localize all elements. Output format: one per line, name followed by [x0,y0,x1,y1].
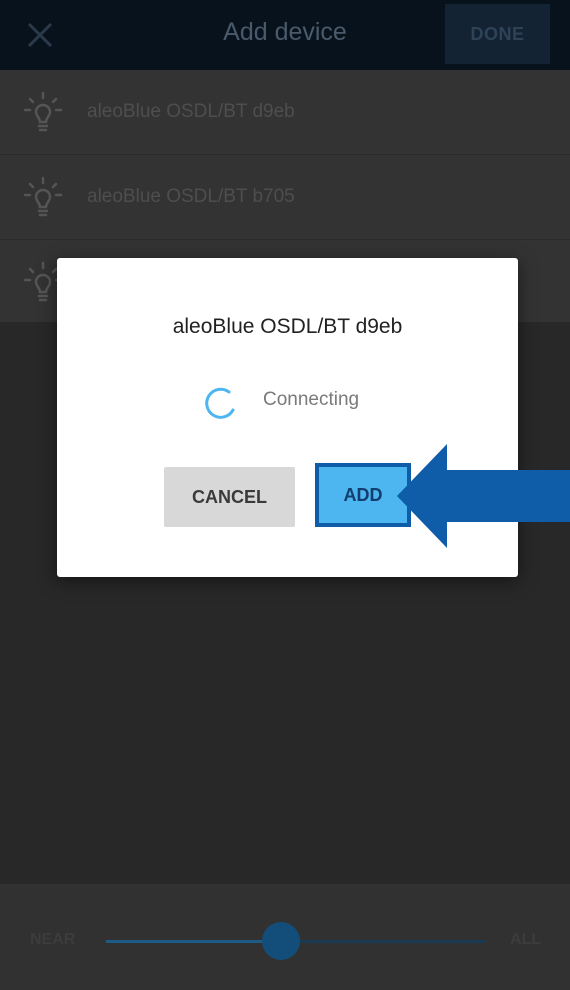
slider-fill [106,940,281,943]
dialog-title: aleoBlue OSDL/BT d9eb [172,315,403,338]
list-item[interactable]: aleoBlue OSDL/BT b705 [0,155,570,239]
slider-thumb[interactable] [261,922,300,960]
loading-spinner-icon [203,386,237,420]
cancel-button[interactable]: CANCEL [164,467,295,527]
slider-max-label: ALL [510,931,542,948]
done-button[interactable]: DONE [445,4,550,64]
device-name: aleoBlue OSDL/BT d9eb [87,101,295,122]
range-slider-bar: NEAR ALL [0,884,570,990]
status-text: Connecting [263,389,360,410]
bulb-icon [22,90,64,134]
slider-min-label: NEAR [30,931,76,948]
device-name: aleoBlue OSDL/BT b705 [87,186,295,207]
arrow-pointer-icon [395,442,570,550]
slider-track[interactable] [106,922,486,960]
list-item[interactable]: aleoBlue OSDL/BT d9eb [0,70,570,154]
bulb-icon [22,175,64,219]
app-header: Add device DONE [0,0,570,70]
